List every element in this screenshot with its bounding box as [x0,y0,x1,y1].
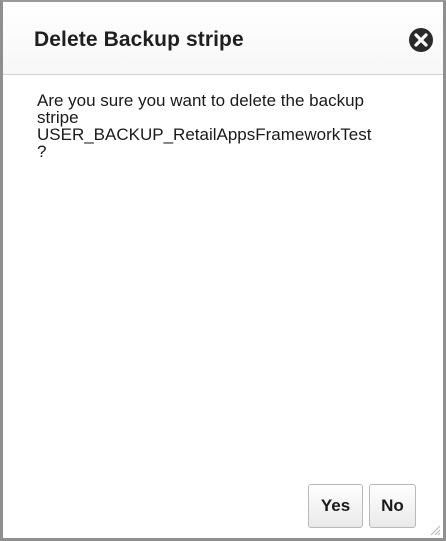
no-button[interactable]: No [369,484,416,528]
close-icon[interactable] [407,26,435,54]
yes-button[interactable]: Yes [308,484,363,528]
confirmation-message: Are you sure you want to delete the back… [37,91,372,161]
dialog-titlebar: Delete Backup stripe [3,2,443,75]
resize-grip-icon[interactable] [427,522,441,536]
delete-backup-stripe-dialog: Delete Backup stripe Are you sure you wa… [0,0,446,541]
dialog-title: Delete Backup stripe [34,28,244,51]
